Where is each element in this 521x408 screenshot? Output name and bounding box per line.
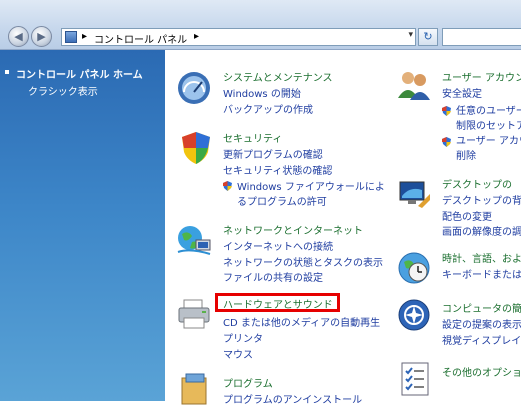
title-bar: ◀ ▶ ▸ コントロール パネル ▸ ▾ ↻ (0, 0, 521, 50)
link-parental-setup[interactable]: 制限のセットア (456, 117, 521, 132)
link-check-updates[interactable]: 更新プログラムの確認 (223, 146, 323, 161)
link-visual-display[interactable]: 視覚ディスプレイ (442, 332, 521, 347)
category-panel: システムとメンテナンス Windows の開始 バックアップの作成 セキュリティ… (166, 50, 521, 406)
link-firewall-allow-cont[interactable]: るプログラムの許可 (237, 193, 327, 208)
link-firewall-allow[interactable]: Windows ファイアウォールによ (237, 178, 385, 193)
link-printer[interactable]: プリンタ (223, 330, 263, 345)
category-title-users[interactable]: ユーザー アカウン (442, 69, 521, 84)
uac-shield-icon (442, 137, 451, 147)
address-bar[interactable]: ▸ コントロール パネル ▸ ▾ (61, 28, 416, 46)
system-maintenance-icon (178, 72, 210, 104)
link-create-backup[interactable]: バックアップの作成 (223, 101, 313, 116)
sidebar-item-label: コントロール パネル ホーム (16, 70, 143, 81)
link-mouse[interactable]: マウス (223, 346, 253, 361)
link-autoplay[interactable]: CD または他のメディアの自動再生 (223, 314, 380, 329)
link-windows-start[interactable]: Windows の開始 (223, 85, 301, 100)
sidebar-item-classic-view[interactable]: クラシック表示 (28, 83, 98, 98)
category-title-system[interactable]: システムとメンテナンス (223, 69, 333, 84)
refresh-button[interactable]: ↻ (418, 28, 438, 46)
path-separator-icon[interactable]: ▸ (194, 31, 199, 42)
breadcrumb-control-panel[interactable]: コントロール パネル (94, 31, 187, 46)
category-title-ease[interactable]: コンピュータの簡 (442, 300, 521, 315)
link-user-account[interactable]: ユーザー アカウ (456, 132, 521, 147)
clock-globe-icon (398, 252, 430, 284)
category-title-hardware[interactable]: ハードウェアとサウンド (223, 296, 333, 311)
sidebar-item-control-panel-home[interactable]: コントロール パネル ホーム (5, 66, 143, 81)
link-check-security-status[interactable]: セキュリティ状態の確認 (223, 162, 332, 177)
link-color-scheme[interactable]: 配色の変更 (442, 208, 492, 223)
network-globe-icon (177, 226, 211, 255)
link-connect-internet[interactable]: インターネットへの接続 (223, 238, 333, 253)
checklist-icon (401, 362, 429, 396)
category-title-clock[interactable]: 時計、言語、およ (442, 250, 521, 265)
link-file-sharing[interactable]: ファイルの共有の設定 (223, 269, 323, 284)
back-arrow-icon: ◀ (14, 30, 23, 43)
link-screen-resolution[interactable]: 画面の解像度の調 (442, 223, 521, 238)
ease-of-access-icon (398, 299, 430, 331)
category-title-other[interactable]: その他のオプショ (442, 364, 521, 379)
link-desktop-background[interactable]: デスクトップの背 (442, 192, 521, 207)
users-icon (398, 72, 430, 100)
chevron-down-icon[interactable]: ▾ (408, 30, 413, 40)
bullet-icon (5, 70, 9, 74)
forward-button[interactable]: ▶ (31, 26, 52, 47)
path-separator-icon: ▸ (82, 31, 88, 42)
programs-icon (181, 373, 207, 405)
link-safety-settings[interactable]: 安全設定 (442, 85, 482, 100)
desktop-display-icon (399, 181, 430, 208)
sidebar: コントロール パネル ホーム クラシック表示 (0, 50, 165, 401)
link-network-status[interactable]: ネットワークの状態とタスクの表示 (223, 254, 383, 269)
category-title-desktop[interactable]: デスクトップの (442, 176, 512, 191)
uac-shield-icon (223, 181, 232, 191)
refresh-icon: ↻ (423, 30, 433, 43)
printer-icon (178, 299, 210, 329)
link-delete[interactable]: 削除 (456, 147, 476, 162)
link-keyboard[interactable]: キーボードまたは (442, 266, 521, 281)
link-uninstall-program[interactable]: プログラムのアンインストール (223, 391, 362, 406)
back-button[interactable]: ◀ (8, 26, 29, 47)
category-title-security[interactable]: セキュリティ (223, 130, 282, 145)
security-shield-icon (182, 132, 210, 164)
link-any-user[interactable]: 任意のユーザー (456, 102, 521, 117)
forward-arrow-icon: ▶ (37, 30, 46, 43)
uac-shield-icon (442, 106, 451, 116)
search-input[interactable] (442, 28, 521, 46)
category-title-programs[interactable]: プログラム (223, 375, 273, 390)
link-suggest-settings[interactable]: 設定の提案の表示 (442, 316, 521, 331)
category-title-network[interactable]: ネットワークとインターネット (223, 222, 363, 237)
control-panel-icon (65, 31, 77, 43)
